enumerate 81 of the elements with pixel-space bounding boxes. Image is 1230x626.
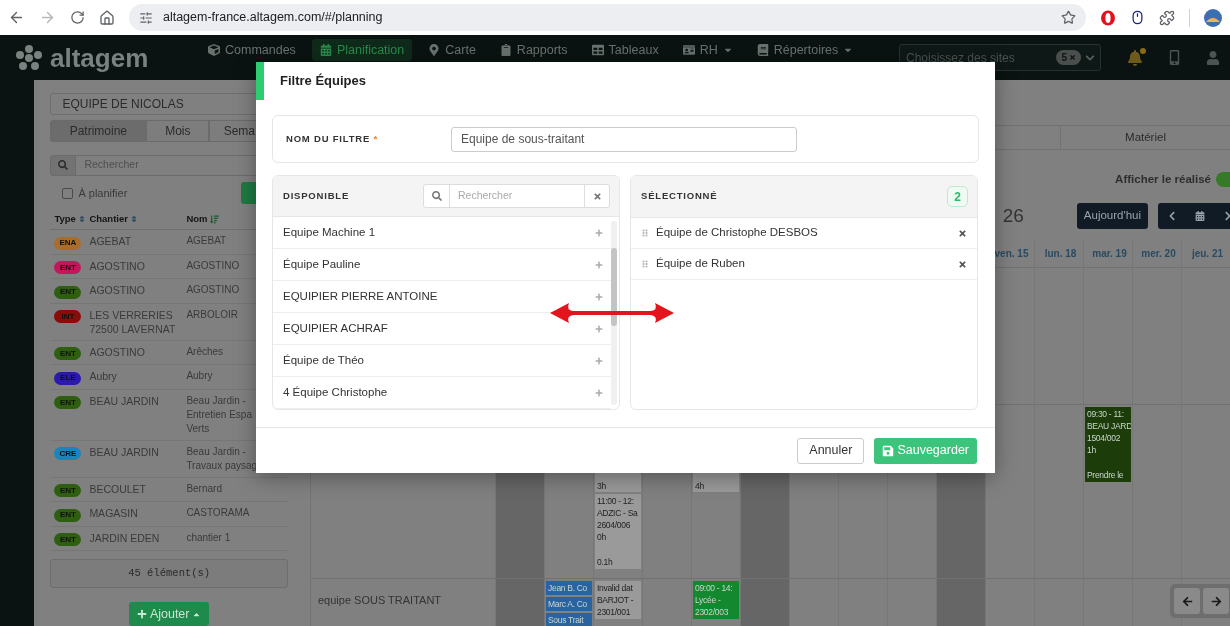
panel-title: DISPONIBLE bbox=[283, 188, 350, 203]
type-badge: CRE bbox=[54, 447, 82, 461]
nav-item[interactable]: Rapports bbox=[491, 39, 576, 61]
event-card[interactable]: 11:00 - 12: ADZIC - Sa 2604/006 0h 0.1h bbox=[595, 494, 641, 569]
day-header: jeu. 21 bbox=[1181, 240, 1230, 267]
table-cell-text: AGEBAT bbox=[186, 234, 228, 249]
nav-item[interactable]: Carte bbox=[420, 39, 484, 61]
toggle-label: Afficher le réalisé bbox=[1115, 171, 1211, 187]
table-cell-text: Aubry bbox=[89, 369, 118, 384]
type-badge: ENA bbox=[54, 236, 82, 250]
event-card[interactable]: Sous Trait bbox=[546, 613, 592, 626]
field-label: NOM DU FILTRE * bbox=[286, 131, 380, 146]
event-card[interactable]: 09:00 - 14: Lycée - 2302/003 bbox=[693, 581, 739, 619]
team-list-item[interactable]: Équipe de Théo bbox=[273, 345, 611, 377]
count-badge: 5 bbox=[1056, 50, 1081, 65]
view-tab[interactable]: Patrimoine bbox=[50, 120, 147, 142]
day-header: mar. 19 bbox=[1083, 240, 1132, 267]
table-cell-text: AGOSTINO bbox=[89, 283, 146, 298]
type-badge: ENT bbox=[54, 396, 82, 410]
panel-title: SÉLECTIONNÉ bbox=[641, 189, 719, 204]
team-list-item[interactable]: Équipe Pauline bbox=[273, 249, 611, 281]
add-button[interactable]: Ajouter bbox=[128, 602, 210, 626]
type-badge: ELE bbox=[54, 371, 82, 385]
view-tab[interactable]: Mois bbox=[146, 120, 210, 142]
resource-tab[interactable]: Matériel bbox=[1060, 126, 1230, 149]
team-list-item[interactable]: 4 Équipe Christophe bbox=[273, 377, 611, 409]
type-badge: ENT bbox=[54, 285, 82, 299]
event-card[interactable]: Jean B. Co bbox=[546, 581, 592, 595]
table-cell-text: ARBOLOIR bbox=[186, 307, 240, 322]
today-button[interactable]: Aujourd'hui bbox=[1076, 203, 1148, 229]
column-header[interactable]: Nom bbox=[186, 212, 257, 227]
dialog-title: Filtre Équipes bbox=[279, 72, 366, 91]
item-count: 45 élément(s) bbox=[50, 559, 288, 588]
period-title: 26 bbox=[1002, 203, 1024, 228]
day-header: lun. 18 bbox=[1034, 240, 1083, 267]
selected-team-item[interactable]: Équipe de Christophe DESBOS bbox=[631, 218, 977, 249]
logo-text: altagem bbox=[50, 44, 149, 71]
cancel-button[interactable]: Annuler bbox=[797, 437, 865, 464]
nav-item[interactable]: RH bbox=[674, 39, 741, 61]
table-cell-text: Bernard bbox=[186, 481, 223, 496]
nav-item[interactable]: Commandes bbox=[200, 39, 304, 61]
type-badge: ENT bbox=[54, 533, 82, 547]
count-badge: 2 bbox=[947, 186, 968, 207]
table-cell-text: AGOSTINO bbox=[89, 258, 146, 273]
table-cell-text: AGOSTINO bbox=[89, 344, 146, 359]
type-badge: INT bbox=[54, 310, 82, 324]
nav-item[interactable]: Planification bbox=[311, 39, 413, 61]
table-cell-text: BECOULET bbox=[89, 481, 147, 496]
selected-team-item[interactable]: Équipe de Ruben bbox=[631, 249, 977, 280]
type-badge: ENT bbox=[54, 484, 82, 498]
url-text: altagem-france.altagem.com/#/planning bbox=[162, 9, 384, 27]
type-badge: ENT bbox=[54, 261, 82, 275]
save-button[interactable]: Sauvegarder bbox=[874, 437, 977, 464]
table-cell-text: MAGASIN bbox=[89, 506, 139, 521]
table-cell-text: chantier 1 bbox=[186, 530, 232, 545]
table-cell-text: Arêches bbox=[186, 344, 225, 359]
column-header[interactable]: Chantier bbox=[89, 212, 187, 227]
team-list-item[interactable]: Equipe Machine 1 bbox=[273, 217, 611, 249]
event-card[interactable]: 09:30 - 11: BEAU JARD 1504/002 1h Prendre le bbox=[1085, 407, 1131, 482]
nav-item[interactable]: Tableaux bbox=[583, 39, 667, 61]
table-cell: Beau Jardin - Entretien Espa Verts bbox=[186, 393, 253, 436]
table-cell-text: CASTORAMA bbox=[186, 506, 251, 521]
address-bar[interactable]: altagem-france.altagem.com/#/planning bbox=[128, 4, 1087, 31]
table-cell-text: AGOSTINO bbox=[186, 283, 241, 298]
table-cell-text: AGOSTINO bbox=[186, 258, 241, 273]
day-header: mer. 20 bbox=[1132, 240, 1181, 267]
event-card[interactable]: Invalid dat BARJOT - 2301/001 bbox=[595, 581, 641, 619]
team-label: equipe SOUS TRAITANT bbox=[318, 594, 442, 606]
nav-item[interactable]: Répertoires bbox=[748, 39, 862, 61]
type-badge: ENT bbox=[54, 347, 82, 361]
table-cell-text: JARDIN EDEN bbox=[89, 530, 161, 545]
type-badge: ENT bbox=[54, 508, 82, 522]
filter-name-field[interactable]: Equipe de sous-traitant bbox=[451, 126, 797, 152]
column-header[interactable]: Type bbox=[50, 212, 90, 227]
table-cell-text: AGEBAT bbox=[89, 234, 133, 249]
table-cell-text: BEAU JARDIN bbox=[89, 393, 160, 408]
event-card[interactable]: Marc A. Co bbox=[546, 597, 592, 611]
checkbox-label: À planifier bbox=[78, 185, 128, 201]
table-cell-text: LES VERRERIES 72500 LAVERNAT bbox=[89, 307, 177, 336]
table-cell-text: Aubry bbox=[186, 369, 214, 384]
table-cell-text: BEAU JARDIN bbox=[89, 444, 160, 459]
